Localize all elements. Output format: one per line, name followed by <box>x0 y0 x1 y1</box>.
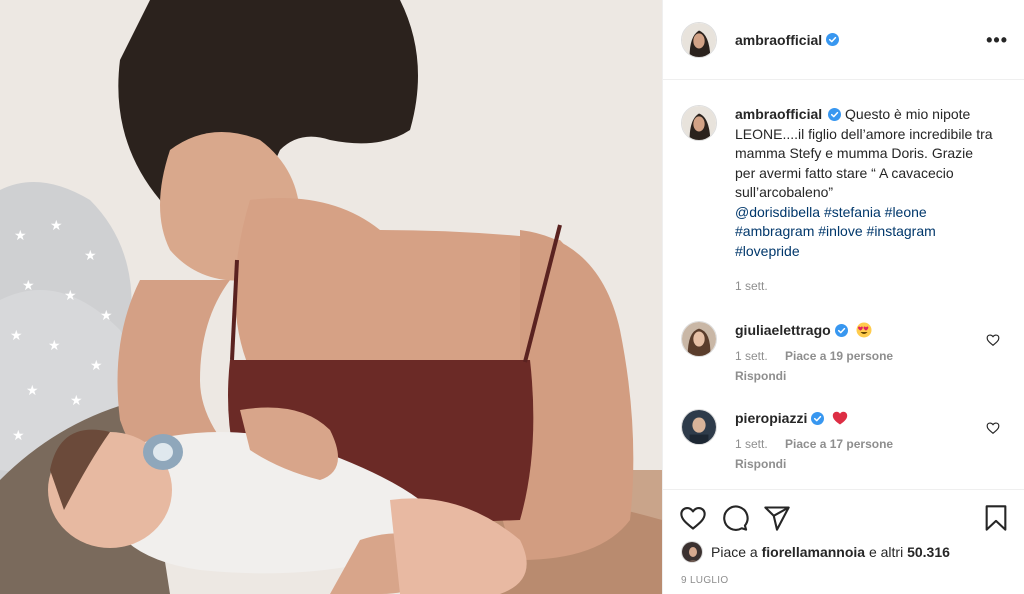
heart-outline-icon[interactable] <box>679 504 707 532</box>
heart-eyes-emoji-icon <box>856 322 872 337</box>
svg-text:★: ★ <box>22 278 35 294</box>
svg-text:★: ★ <box>14 228 27 244</box>
comment: giuliaelettrago 1 sett. Piace a 19 perso… <box>681 320 1008 385</box>
comment-like-heart-icon[interactable] <box>986 421 1000 435</box>
svg-text:★: ★ <box>12 428 25 444</box>
post-details-panel: ambraofficial ••• ambraofficial Questo è… <box>662 0 1024 594</box>
liker-avatar[interactable] <box>681 541 703 563</box>
caption-time[interactable]: 1 sett. <box>735 277 997 297</box>
svg-text:★: ★ <box>100 308 113 324</box>
svg-text:★: ★ <box>48 338 61 354</box>
likes-suffix: e altri <box>868 544 904 560</box>
likes-prefix: Piace a <box>711 544 758 560</box>
hashtag-link[interactable]: #stefania <box>824 204 881 220</box>
reply-button[interactable]: Rispondi <box>735 455 975 473</box>
commenter-avatar[interactable] <box>681 320 717 357</box>
hashtag-link[interactable]: #inlove <box>818 223 862 239</box>
caption-username[interactable]: ambraofficial <box>735 106 822 122</box>
svg-text:★: ★ <box>84 248 97 264</box>
verified-badge-icon <box>811 411 825 425</box>
liker-username[interactable]: fiorellamannoia <box>762 544 865 560</box>
comment-meta: 1 sett. Piace a 19 persone Rispondi <box>735 347 975 385</box>
bookmark-icon[interactable] <box>982 504 1010 532</box>
hashtag-link[interactable]: #lovepride <box>735 243 800 259</box>
post-actions-bar <box>663 489 1024 545</box>
comment-like-heart-icon[interactable] <box>986 333 1000 347</box>
post-date[interactable]: 9 LUGLIO <box>681 575 728 586</box>
reply-button[interactable]: Rispondi <box>735 367 975 385</box>
likes-summary: Piace a fiorellamannoia e altri 50.316 <box>681 541 1008 563</box>
comment-meta: 1 sett. Piace a 17 persone Rispondi <box>735 435 975 473</box>
commenter-username[interactable]: giuliaelettrago <box>735 322 831 338</box>
commenter-avatar[interactable] <box>681 408 717 445</box>
svg-text:★: ★ <box>10 328 23 344</box>
author-username[interactable]: ambraofficial <box>735 32 822 48</box>
post-header: ambraofficial ••• <box>663 0 1024 80</box>
comment-bubble-icon[interactable] <box>721 504 749 532</box>
comment: pieropiazzi 1 sett. Piace a 17 persone R… <box>681 408 1008 473</box>
likes-count[interactable]: 50.316 <box>907 544 950 560</box>
svg-text:★: ★ <box>64 288 77 304</box>
comment-time[interactable]: 1 sett. <box>735 349 768 363</box>
comments-section[interactable]: ambraofficial Questo è mio nipote LEONE.… <box>663 81 1024 489</box>
caption-body: ambraofficial Questo è mio nipote LEONE.… <box>735 105 997 297</box>
verified-badge-icon <box>834 323 848 337</box>
caption-avatar[interactable] <box>681 105 717 141</box>
comment-body: giuliaelettrago 1 sett. Piace a 19 perso… <box>735 321 975 385</box>
comment-body: pieropiazzi 1 sett. Piace a 17 persone R… <box>735 409 975 473</box>
comment-likes[interactable]: Piace a 19 persone <box>785 349 893 363</box>
caption-hashtags: @dorisdibella #stefania #leone #ambragra… <box>735 203 997 262</box>
hashtag-link[interactable]: #instagram <box>867 223 936 239</box>
red-heart-emoji-icon <box>833 411 848 424</box>
mention-link[interactable]: @dorisdibella <box>735 204 820 220</box>
more-options-icon[interactable]: ••• <box>986 31 1008 49</box>
verified-badge-icon <box>826 33 840 46</box>
svg-text:★: ★ <box>70 393 83 409</box>
caption: ambraofficial Questo è mio nipote LEONE.… <box>681 105 1008 297</box>
post-image: ★ ★ ★ ★ ★ ★ ★ ★ ★ ★ ★ ★ ★ <box>0 0 662 594</box>
svg-text:★: ★ <box>50 218 63 234</box>
verified-badge-icon <box>828 108 842 121</box>
comment-time[interactable]: 1 sett. <box>735 437 768 451</box>
comment-likes[interactable]: Piace a 17 persone <box>785 437 893 451</box>
instagram-post: ★ ★ ★ ★ ★ ★ ★ ★ ★ ★ ★ ★ ★ <box>0 0 1024 594</box>
commenter-username[interactable]: pieropiazzi <box>735 410 807 426</box>
paper-plane-icon[interactable] <box>763 504 791 532</box>
author-avatar[interactable] <box>681 21 717 58</box>
svg-text:★: ★ <box>90 358 103 374</box>
hashtag-link[interactable]: #ambragram <box>735 223 814 239</box>
post-photo[interactable]: ★ ★ ★ ★ ★ ★ ★ ★ ★ ★ ★ ★ ★ <box>0 0 662 594</box>
svg-text:★: ★ <box>26 383 39 399</box>
hashtag-link[interactable]: #leone <box>885 204 927 220</box>
